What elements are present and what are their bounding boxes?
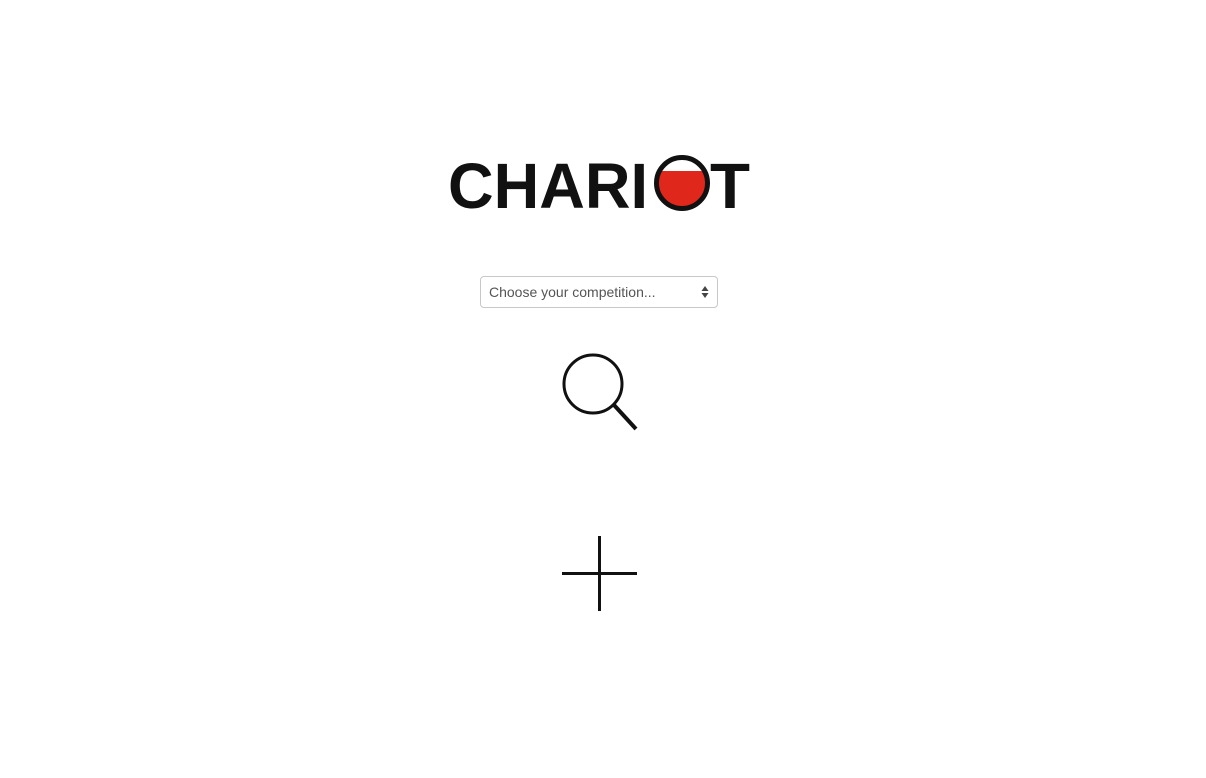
landing-page: CHARI T Choose your competition...: [0, 0, 1206, 778]
add-button[interactable]: [558, 532, 642, 616]
sort-arrows-icon: [701, 285, 709, 299]
competition-select[interactable]: Choose your competition...: [480, 276, 718, 308]
search-button[interactable]: [558, 352, 642, 434]
chariot-logo: CHARI T: [448, 150, 750, 216]
plus-icon: [562, 536, 637, 611]
logo-text-right: T: [710, 150, 750, 216]
search-icon: [562, 353, 638, 431]
competition-select-value: Choose your competition...: [489, 284, 656, 300]
logo-o-icon: [654, 155, 710, 211]
logo-text-left: CHARI: [448, 150, 648, 216]
